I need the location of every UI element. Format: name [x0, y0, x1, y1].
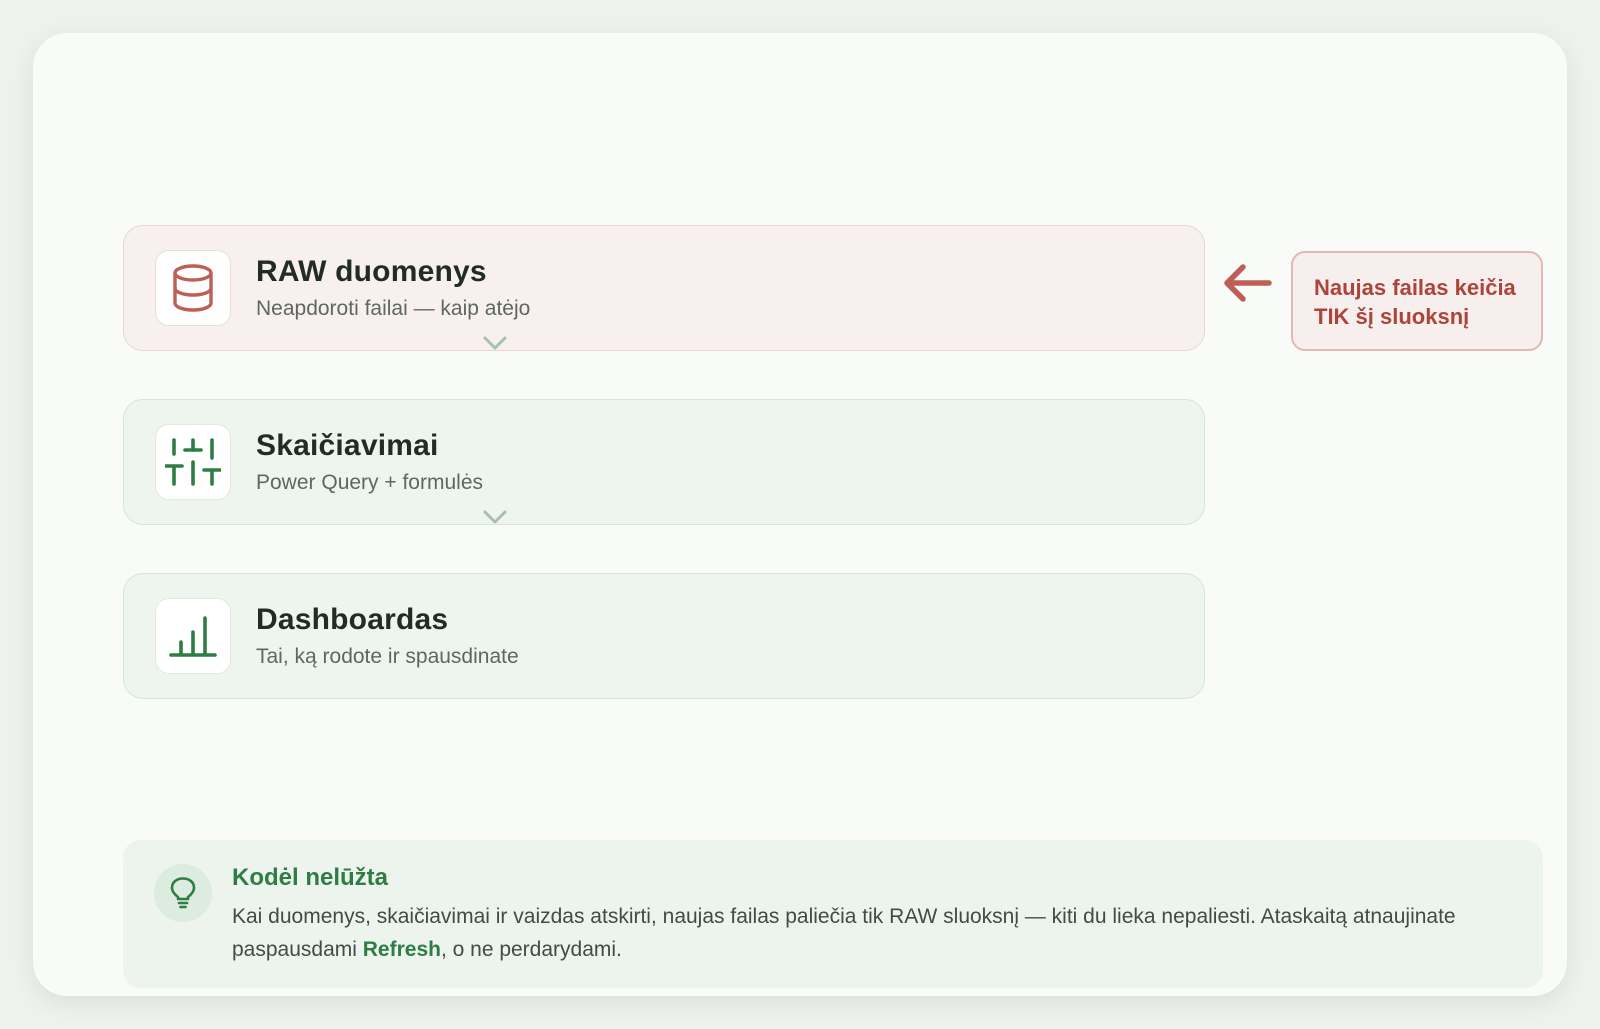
- layer-dashboard: Dashboardas Tai, ką rodote ir spausdinat…: [123, 573, 1205, 699]
- layer-subtitle: Power Query + formulės: [256, 471, 484, 494]
- callout-line: Naujas failas keičia: [1314, 275, 1516, 300]
- layer-subtitle: Neapdoroti failai — kaip atėjo: [256, 297, 531, 320]
- layer-title: RAW duomenys: [256, 255, 487, 288]
- layer-calculations: Skaičiavimai Power Query + formulės: [123, 399, 1205, 525]
- database-icon: [155, 250, 231, 326]
- chevron-down-icon: [483, 510, 507, 524]
- callout-note: Naujas failas keičia TIK šį sluoksnį: [1291, 251, 1543, 351]
- tip-box: Kodėl nelūžta Kai duomenys, skaičiavimai…: [123, 840, 1543, 988]
- sliders-icon: [155, 424, 231, 500]
- layer-raw: RAW duomenys Neapdoroti failai — kaip at…: [123, 225, 1205, 351]
- lightbulb-icon: [154, 864, 212, 922]
- layer-title: Dashboardas: [256, 603, 449, 636]
- main-card: RAW duomenys Neapdoroti failai — kaip at…: [33, 33, 1567, 996]
- bar-chart-icon: [155, 598, 231, 674]
- tip-body-text: , o ne perdarydami.: [440, 938, 622, 961]
- layer-title: Skaičiavimai: [256, 429, 439, 462]
- chevron-down-icon: [483, 336, 507, 350]
- arrow-left-icon: [1224, 264, 1272, 302]
- refresh-highlight: Refresh: [362, 938, 441, 961]
- tip-title: Kodėl nelūžta: [232, 864, 389, 891]
- callout-line: TIK šį sluoksnį: [1314, 304, 1470, 329]
- layer-subtitle: Tai, ką rodote ir spausdinate: [256, 645, 519, 668]
- tip-body: Kai duomenys, skaičiavimai ir vaizdas at…: [232, 900, 1522, 966]
